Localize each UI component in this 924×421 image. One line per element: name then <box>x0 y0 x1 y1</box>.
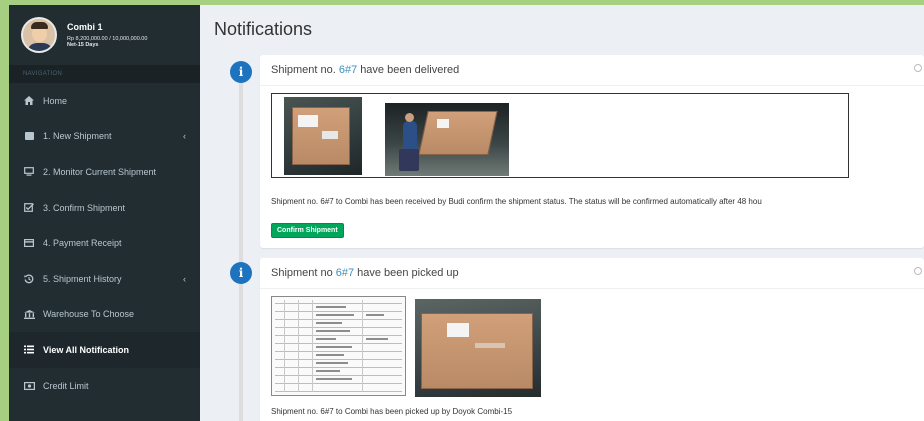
monitor-icon <box>23 167 35 177</box>
sidebar-item-shipment-history[interactable]: 5. Shipment History ‹ <box>9 261 200 297</box>
user-name: Combi 1 <box>67 22 103 32</box>
sidebar-item-confirm-shipment[interactable]: 3. Confirm Shipment <box>9 190 200 226</box>
chevron-left-icon: ‹ <box>183 273 186 284</box>
sidebar-item-warehouse[interactable]: Warehouse To Choose <box>9 297 200 333</box>
sidebar-item-credit-limit[interactable]: Credit Limit <box>9 368 200 404</box>
chevron-left-icon: ‹ <box>183 131 186 142</box>
sidebar-item-label: 3. Confirm Shipment <box>43 202 126 213</box>
sidebar-item-label: 4. Payment Receipt <box>43 238 122 249</box>
bank-icon <box>23 309 35 319</box>
home-icon <box>23 96 35 106</box>
pickup-photo[interactable] <box>415 299 541 397</box>
box-icon <box>23 132 35 141</box>
sidebar-item-home[interactable]: Home <box>9 83 200 119</box>
user-terms: Net-15 Days <box>67 42 99 48</box>
timeline-line <box>239 63 243 421</box>
info-icon: i <box>230 262 252 284</box>
clock-icon <box>914 267 922 275</box>
pickup-document-photo[interactable] <box>271 296 406 396</box>
money-icon <box>23 381 35 390</box>
notification-title-suffix: have been delivered <box>360 64 460 76</box>
history-icon <box>23 274 35 284</box>
nav-header: NAVIGATION <box>9 65 200 83</box>
sidebar-item-view-all-notification[interactable]: View All Notification <box>9 332 200 368</box>
sidebar-item-label: 5. Shipment History <box>43 273 122 284</box>
notification-title-prefix: Shipment no <box>271 267 333 279</box>
notification-message: Shipment no. 6#7 to Combi has been recei… <box>271 197 762 206</box>
sidebar-item-payment-receipt[interactable]: 4. Payment Receipt <box>9 225 200 261</box>
sidebar-item-label: 2. Monitor Current Shipment <box>43 166 157 177</box>
notification-title-suffix: have been picked up <box>357 267 459 279</box>
page-title: Notifications <box>214 19 313 39</box>
clock-icon <box>914 64 922 72</box>
notification-card: Shipment no 6#7 have been picked up Ship… <box>260 258 924 421</box>
notification-message: Shipment no. 6#7 to Combi has been picke… <box>271 407 513 416</box>
sidebar-item-label: View All Notification <box>43 344 130 355</box>
shipment-link[interactable]: 6#7 <box>339 64 357 76</box>
credit-card-icon <box>23 239 35 248</box>
sidebar-item-monitor-shipment[interactable]: 2. Monitor Current Shipment <box>9 154 200 190</box>
avatar[interactable] <box>21 17 57 53</box>
shipment-link[interactable]: 6#7 <box>336 267 354 279</box>
notification-title-prefix: Shipment no. <box>271 64 336 76</box>
sidebar-item-new-shipment[interactable]: 1. New Shipment ‹ <box>9 119 200 155</box>
sidebar-item-label: Warehouse To Choose <box>43 309 135 320</box>
sidebar-item-label: Credit Limit <box>43 380 89 391</box>
confirm-shipment-button[interactable]: Confirm Shipment <box>271 223 344 238</box>
info-icon: i <box>230 61 252 83</box>
app-window: Combi 1 Rp 8,200,000.00 / 10,000,000.00 … <box>9 5 924 421</box>
notification-header: Shipment no. 6#7 have been delivered <box>260 55 924 86</box>
delivery-photo[interactable] <box>284 97 362 175</box>
sidebar-item-label: Home <box>43 95 68 106</box>
user-panel: Combi 1 Rp 8,200,000.00 / 10,000,000.00 … <box>9 5 200 65</box>
photo-gallery <box>271 93 849 178</box>
sidebar: Combi 1 Rp 8,200,000.00 / 10,000,000.00 … <box>9 5 200 421</box>
check-square-icon <box>23 203 35 212</box>
delivery-photo[interactable] <box>385 103 509 176</box>
main-content: Notifications i Shipment no. 6#7 have be… <box>200 5 924 421</box>
notification-card: Shipment no. 6#7 have been delivered Shi… <box>260 55 924 248</box>
sidebar-item-label: 1. New Shipment <box>43 131 112 142</box>
notification-header: Shipment no 6#7 have been picked up <box>260 258 924 289</box>
list-icon <box>23 345 35 354</box>
